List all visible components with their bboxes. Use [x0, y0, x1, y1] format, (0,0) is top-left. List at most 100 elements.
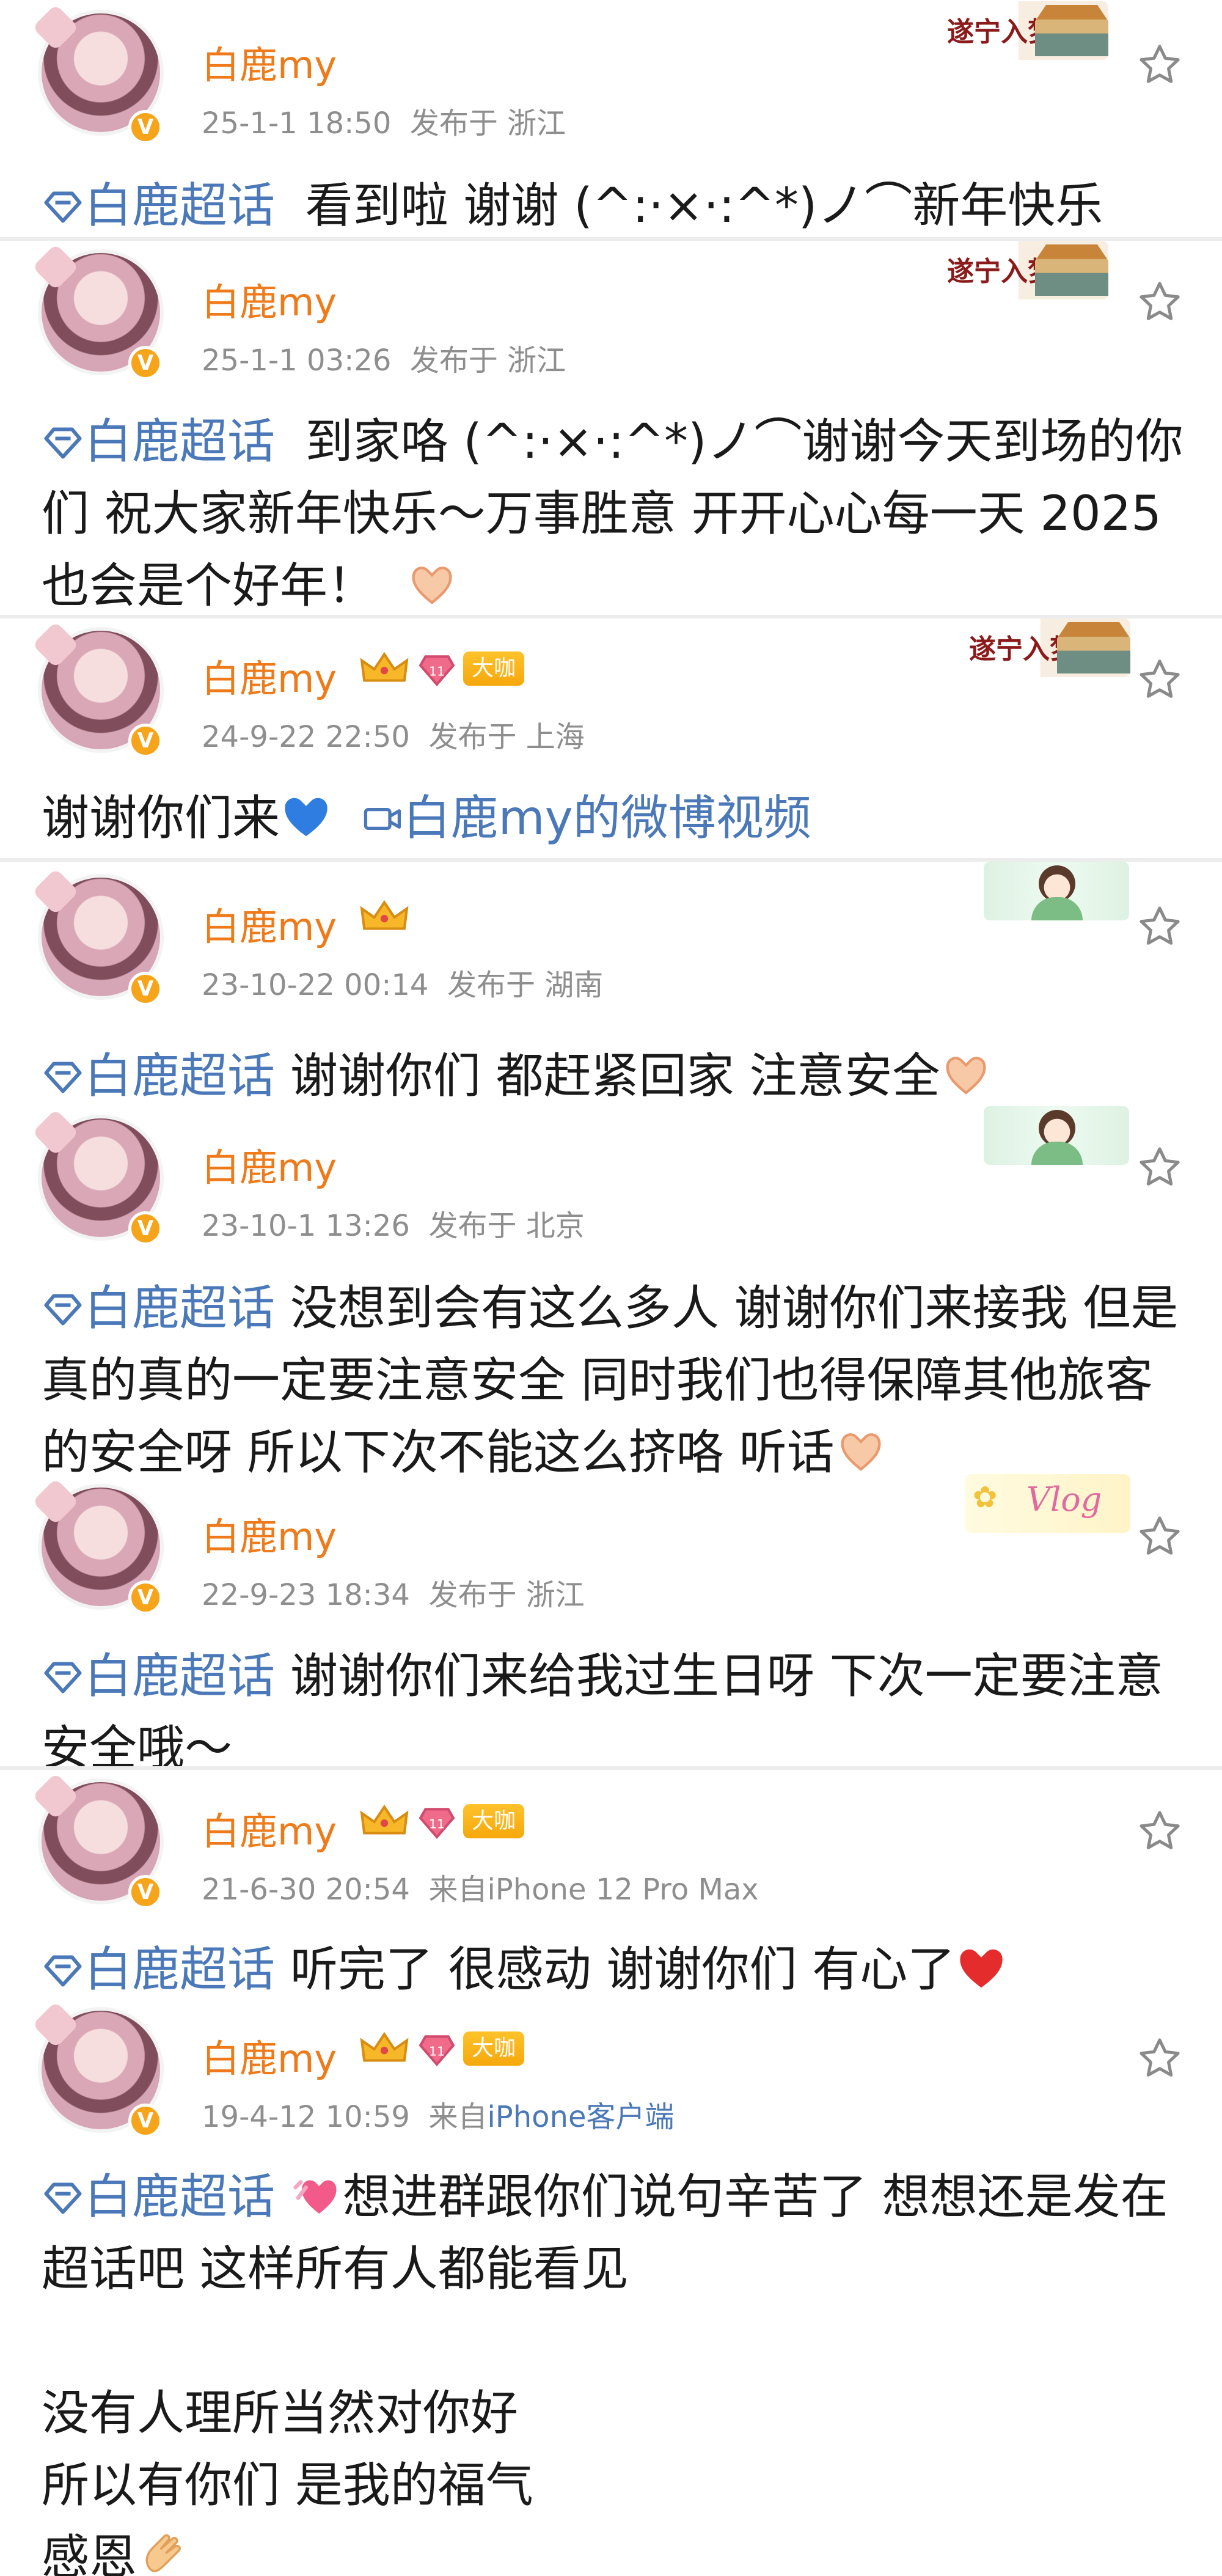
username[interactable]: 白鹿my	[202, 2028, 337, 2083]
topic-diamond-icon	[44, 2182, 82, 2214]
post-meta: 25-1-1 18:50 发布于 浙江	[202, 99, 566, 142]
post-text: 谢谢你们来	[42, 791, 280, 846]
post-meta: 22-9-23 18:34 发布于 浙江	[202, 1571, 585, 1613]
video-link[interactable]: 白鹿my的微博视频	[363, 791, 811, 846]
star-icon[interactable]	[1136, 1144, 1183, 1191]
topic-label: 白鹿超话	[84, 414, 276, 469]
post-content: 白鹿超话 到家咯 (^:·×·:^*)ノ⌒谢谢今天到场的你们 祝大家新年快乐～万…	[42, 406, 1191, 615]
timestamp[interactable]: 24-9-22 22:50	[202, 720, 410, 754]
card-decoration: ✿ Vlog	[965, 1474, 1130, 1533]
camera-icon	[364, 807, 401, 831]
topic-label: 白鹿超话	[84, 1049, 276, 1104]
topic-tag[interactable]: 白鹿超话	[42, 414, 275, 469]
topic-label: 白鹿超话	[84, 1942, 276, 1997]
topic-label: 白鹿超话	[84, 178, 276, 233]
avatar-decoration	[32, 1478, 79, 1525]
topic-label: 白鹿超话	[84, 1281, 276, 1336]
dacka-badge: 大咖	[463, 651, 525, 686]
weibo-post: V 白鹿my 23-10-1 13:26 发布于 北京 白鹿超话 没想到会有这么…	[0, 1106, 1222, 1474]
timestamp[interactable]: 22-9-23 18:34	[202, 1578, 410, 1612]
star-icon[interactable]	[1136, 903, 1183, 950]
post-meta: 24-9-22 22:50 发布于 上海	[202, 713, 585, 755]
verified-icon: V	[128, 724, 163, 758]
timestamp[interactable]: 25-1-1 03:26	[202, 343, 391, 378]
heart-hands-emoji	[946, 1057, 986, 1095]
username[interactable]: 白鹿my	[202, 1800, 337, 1855]
timestamp[interactable]: 23-10-22 00:14	[202, 968, 428, 1002]
star-icon[interactable]	[1136, 42, 1183, 88]
decoration-text: Vlog	[1026, 1480, 1102, 1519]
timestamp[interactable]: 19-4-12 10:59	[202, 2100, 410, 2134]
weibo-post: V 白鹿my 11 大咖 19-4-12 10:59 来自iPhone客户端 白…	[0, 1997, 1222, 2576]
red-heart-emoji	[960, 1949, 1003, 1988]
post-meta: 25-1-1 03:26 发布于 浙江	[202, 336, 566, 379]
post-content: 谢谢你们来 白鹿my的微博视频	[42, 782, 1191, 854]
weibo-post: V 白鹿my 25-1-1 18:50 发布于 浙江 遂宁入梦 白鹿超话 看到啦…	[0, 0, 1222, 237]
building-icon	[1057, 622, 1130, 673]
star-icon[interactable]	[1136, 1513, 1183, 1560]
topic-tag[interactable]: 白鹿超话	[42, 1942, 275, 1997]
username[interactable]: 白鹿my	[202, 1137, 337, 1192]
verified-icon: V	[128, 1875, 163, 1909]
avatar-decoration	[32, 243, 79, 291]
heart-hands-emoji	[841, 1433, 881, 1471]
star-icon[interactable]	[1136, 656, 1183, 703]
weibo-post: V 白鹿my 23-10-22 00:14 发布于 湖南 白鹿超话 谢谢你们 都…	[0, 862, 1222, 1106]
heart-gift-emoji	[293, 2180, 337, 2214]
timestamp[interactable]: 21-6-30 20:54	[202, 1873, 410, 1907]
card-decoration	[984, 1106, 1129, 1165]
decoration-girl-icon	[1039, 1110, 1075, 1147]
timestamp[interactable]: 25-1-1 18:50	[202, 106, 391, 141]
crown-icon	[360, 651, 409, 682]
building-icon	[1035, 5, 1108, 56]
username[interactable]: 白鹿my	[202, 648, 337, 703]
client-source[interactable]: iPhone客户端	[487, 2100, 674, 2134]
username[interactable]: 白鹿my	[202, 1506, 337, 1561]
star-icon[interactable]	[1136, 2035, 1183, 2082]
vip-icon: 11	[419, 655, 455, 686]
topic-tag[interactable]: 白鹿超话	[42, 1649, 275, 1704]
post-text-closing: 没有人理所当然对你好 所以有你们 是我的福气 感恩	[42, 2386, 533, 2576]
username[interactable]: 白鹿my	[202, 896, 337, 951]
vip-icon: 11	[419, 1808, 455, 1839]
location: 发布于 浙江	[409, 343, 566, 378]
building-icon	[1035, 244, 1108, 296]
topic-tag[interactable]: 白鹿超话	[42, 2170, 275, 2225]
post-content: 白鹿超话 听完了 很感动 谢谢你们 有心了	[42, 1934, 1191, 1997]
topic-tag[interactable]: 白鹿超话	[42, 178, 275, 233]
avatar-decoration	[32, 868, 79, 916]
weibo-post: V 白鹿my 11 大咖 21-6-30 20:54 来自iPhone 12 P…	[0, 1770, 1222, 1997]
username[interactable]: 白鹿my	[202, 34, 337, 89]
timestamp[interactable]: 23-10-1 13:26	[202, 1209, 410, 1243]
topic-tag[interactable]: 白鹿超话	[42, 1281, 275, 1336]
topic-label: 白鹿超话	[84, 1649, 276, 1704]
vip-icon: 11	[419, 2035, 455, 2066]
star-icon[interactable]	[1136, 279, 1183, 325]
client-source[interactable]: iPhone 12 Pro Max	[487, 1873, 758, 1907]
post-text: 听完了 很感动 谢谢你们 有心了	[290, 1942, 956, 1997]
topic-tag[interactable]: 白鹿超话	[42, 1049, 275, 1104]
card-decoration: 遂宁入梦	[943, 1, 1108, 60]
weibo-feed: V 白鹿my 25-1-1 18:50 发布于 浙江 遂宁入梦 白鹿超话 看到啦…	[0, 0, 1222, 2576]
topic-diamond-icon	[44, 1294, 82, 1326]
card-decoration: 遂宁入梦	[965, 618, 1130, 677]
dacka-badge: 大咖	[463, 2031, 525, 2066]
avatar-decoration	[32, 1772, 79, 1820]
source-prefix: 来自	[428, 1873, 488, 1907]
verified-icon: V	[128, 2104, 163, 2138]
star-icon[interactable]	[1136, 1808, 1183, 1854]
crown-icon	[360, 2031, 409, 2062]
topic-diamond-icon	[44, 1662, 82, 1693]
avatar-decoration	[32, 621, 79, 669]
topic-diamond-icon	[44, 1955, 82, 1987]
post-content: 白鹿超话 看到啦 谢谢 (^:·×·:^*)ノ⌒新年快乐	[42, 170, 1191, 237]
location: 发布于 北京	[428, 1209, 585, 1243]
avatar-decoration	[32, 1109, 79, 1156]
topic-label: 白鹿超话	[84, 2170, 276, 2225]
avatar-decoration	[32, 4, 79, 51]
username[interactable]: 白鹿my	[202, 271, 337, 326]
post-content: 白鹿超话 想进群跟你们说句辛苦了 想想还是发在超话吧 这样所有人都能看见 没有人…	[42, 2161, 1191, 2576]
decoration-dress	[1031, 1142, 1083, 1165]
topic-diamond-icon	[44, 191, 82, 223]
weibo-post: V 白鹿my 11 大咖 24-9-22 22:50 发布于 上海 遂宁入梦 谢…	[0, 618, 1222, 858]
